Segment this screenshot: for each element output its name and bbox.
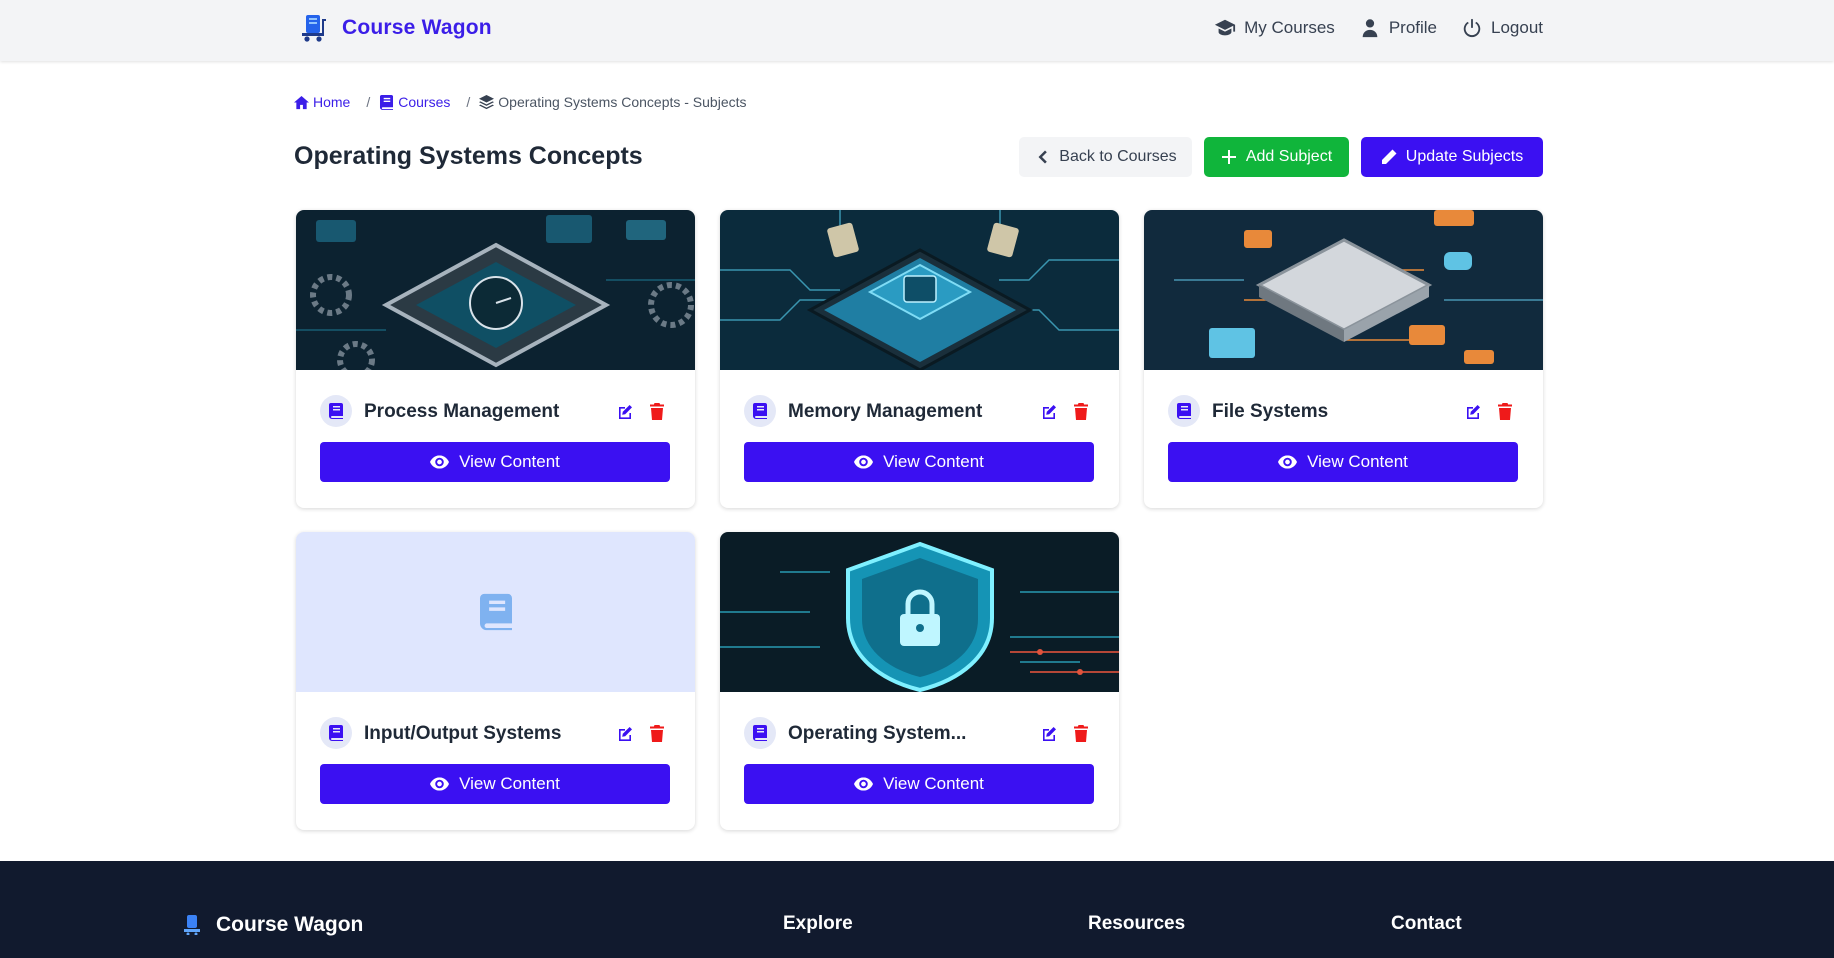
update-subjects-button[interactable]: Update Subjects — [1361, 137, 1543, 177]
back-to-courses-button[interactable]: Back to Courses — [1019, 137, 1192, 177]
footer-brand-name: Course Wagon — [216, 913, 364, 936]
breadcrumb-courses-label: Courses — [398, 94, 451, 110]
file-systems-chip-image — [1144, 210, 1543, 370]
eye-icon — [430, 777, 449, 791]
nav-logout[interactable]: Logout — [1461, 17, 1543, 39]
subject-book-icon — [744, 717, 776, 749]
view-content-button[interactable]: View Content — [1168, 442, 1518, 482]
subject-book-icon — [320, 717, 352, 749]
footer-heading-resources: Resources — [1088, 913, 1186, 934]
layers-icon — [479, 94, 495, 109]
breadcrumb-current: Operating Systems Concepts - Subjects — [479, 94, 747, 110]
subject-image — [1144, 210, 1543, 370]
view-content-label: View Content — [459, 452, 560, 471]
subject-image — [296, 210, 695, 370]
card-body: Input/Output Systems View Content — [296, 692, 695, 830]
view-content-label: View Content — [1307, 452, 1408, 471]
plus-icon — [1221, 150, 1236, 164]
back-to-courses-label: Back to Courses — [1059, 148, 1177, 165]
edit-icon[interactable] — [1041, 404, 1057, 420]
footer-heading-contact: Contact — [1391, 913, 1462, 934]
edit-icon[interactable] — [1465, 404, 1481, 420]
subject-book-icon — [744, 395, 776, 427]
brand-name: Course Wagon — [342, 16, 492, 39]
card-body: Operating System... View Content — [720, 692, 1119, 830]
breadcrumb-separator: / — [366, 94, 371, 110]
nav-profile[interactable]: Profile — [1359, 17, 1437, 39]
edit-icon[interactable] — [617, 726, 633, 742]
subject-title: Memory Management — [788, 401, 983, 422]
nav-my-courses[interactable]: My Courses — [1214, 17, 1335, 39]
chevron-left-icon — [1038, 150, 1048, 164]
view-content-label: View Content — [883, 452, 984, 471]
subject-book-icon — [1168, 395, 1200, 427]
trash-icon[interactable] — [650, 403, 664, 420]
subject-card: Operating System... View Content — [720, 532, 1119, 830]
book-icon — [379, 95, 394, 110]
nav-my-courses-label: My Courses — [1244, 18, 1335, 37]
subject-card: Process Management View Content — [296, 210, 695, 508]
page-title: Operating Systems Concepts — [294, 142, 643, 170]
update-subjects-label: Update Subjects — [1405, 148, 1524, 165]
subject-title: Process Management — [364, 401, 560, 422]
home-icon — [294, 95, 309, 109]
eye-icon — [430, 455, 449, 469]
card-body: Process Management View Content — [296, 370, 695, 508]
add-subject-button[interactable]: Add Subject — [1204, 137, 1349, 177]
footer-heading-explore: Explore — [783, 913, 853, 934]
nav-logout-label: Logout — [1491, 18, 1543, 37]
trash-icon[interactable] — [1498, 403, 1512, 420]
trash-icon[interactable] — [1074, 403, 1088, 420]
subject-image-placeholder — [296, 532, 695, 692]
nav-profile-label: Profile — [1388, 18, 1437, 37]
eye-icon — [854, 777, 873, 791]
view-content-button[interactable]: View Content — [744, 442, 1094, 482]
power-icon — [1463, 18, 1481, 38]
brand-link[interactable]: Course Wagon — [302, 13, 492, 43]
nav-links: My Courses Profile Logout — [1214, 17, 1543, 39]
add-subject-label: Add Subject — [1245, 148, 1333, 165]
breadcrumb: Home / Courses / Operating Systems Conce… — [294, 94, 747, 110]
view-content-button[interactable]: View Content — [320, 442, 670, 482]
card-body: File Systems View Content — [1144, 370, 1543, 508]
breadcrumb-home[interactable]: Home — [294, 94, 350, 110]
subject-image — [720, 532, 1119, 692]
breadcrumb-separator: / — [466, 94, 471, 110]
breadcrumb-home-label: Home — [313, 94, 351, 110]
trash-icon[interactable] — [650, 725, 664, 742]
memory-chip-image — [720, 210, 1119, 370]
edit-icon[interactable] — [617, 404, 633, 420]
footer: Course Wagon Explore Resources Contact — [0, 861, 1834, 958]
subject-title: File Systems — [1212, 401, 1329, 422]
breadcrumb-current-label: Operating Systems Concepts - Subjects — [498, 94, 747, 110]
view-content-button[interactable]: View Content — [320, 764, 670, 804]
eye-icon — [1278, 455, 1297, 469]
subject-book-icon — [320, 395, 352, 427]
trash-icon[interactable] — [1074, 725, 1088, 742]
edit-icon[interactable] — [1041, 726, 1057, 742]
footer-brand: Course Wagon — [184, 913, 363, 937]
security-shield-image — [720, 532, 1119, 692]
subject-title: Input/Output Systems — [364, 723, 562, 744]
graduation-cap-icon — [1215, 19, 1236, 36]
breadcrumb-courses[interactable]: Courses — [379, 94, 450, 110]
subject-card: Input/Output Systems View Content — [296, 532, 695, 830]
subject-image — [720, 210, 1119, 370]
view-content-label: View Content — [883, 774, 984, 793]
subject-title: Operating System... — [788, 723, 967, 744]
eye-icon — [854, 455, 873, 469]
pencil-icon — [1381, 149, 1397, 164]
user-icon — [1362, 19, 1378, 38]
subject-card: Memory Management View Content — [720, 210, 1119, 508]
top-navbar: Course Wagon My Courses Profile Logout — [0, 0, 1834, 61]
cpu-clock-chip-image — [296, 210, 695, 370]
view-content-label: View Content — [459, 774, 560, 793]
card-body: Memory Management View Content — [720, 370, 1119, 508]
wagon-logo-icon — [184, 915, 200, 935]
wagon-logo-icon — [302, 15, 326, 42]
subject-card: File Systems View Content — [1144, 210, 1543, 508]
view-content-button[interactable]: View Content — [744, 764, 1094, 804]
book-placeholder-icon — [480, 593, 512, 631]
